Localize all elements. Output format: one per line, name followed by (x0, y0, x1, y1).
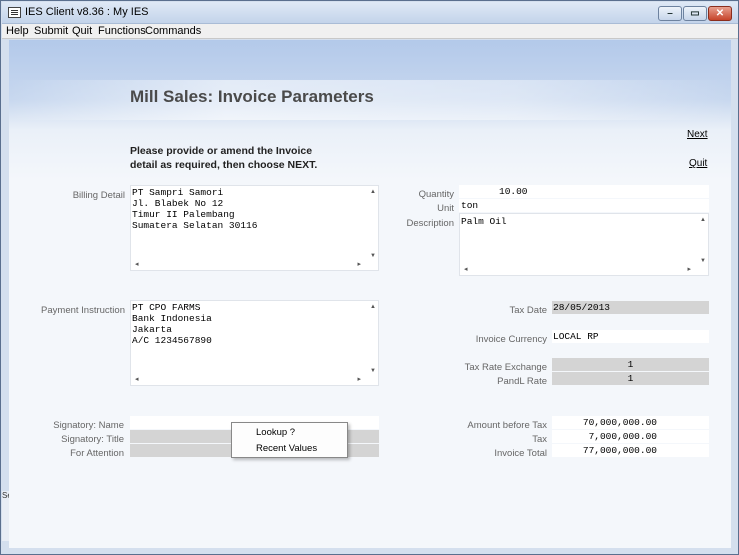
invoice-currency-field[interactable]: LOCAL RP (552, 330, 709, 343)
menu-submit[interactable]: Submit (34, 25, 68, 37)
invoice-total-field[interactable]: 77,000,000.00 (552, 444, 709, 457)
scroll-down-icon[interactable]: ▼ (370, 368, 376, 374)
description-vertical-scrollbar[interactable]: ▲ ▼ (699, 214, 708, 266)
payment-vertical-scrollbar[interactable]: ▲ ▼ (369, 301, 378, 376)
tax-label: Tax (532, 434, 547, 445)
scroll-right-icon[interactable]: ▸ (357, 260, 361, 268)
menu-help[interactable]: Help (6, 25, 29, 37)
menu-bar: Help Submit Quit Functions Commands (2, 24, 738, 39)
billing-vertical-scrollbar[interactable]: ▲ ▼ (369, 186, 378, 261)
instruction-line-2: detail as required, then choose NEXT. (130, 159, 318, 171)
menu-commands[interactable]: Commands (145, 25, 201, 37)
close-button[interactable]: ✕ (708, 6, 732, 21)
instructions: Please provide or amend the Invoice deta… (130, 144, 350, 172)
context-menu-lookup[interactable]: Lookup ? (256, 427, 295, 438)
invoice-total-label: Invoice Total (494, 448, 547, 459)
signatory-name-label: Signatory: Name (53, 420, 124, 431)
instruction-line-1: Please provide or amend the Invoice (130, 145, 313, 157)
quantity-field[interactable]: 10.00 (459, 185, 709, 198)
scroll-right-icon[interactable]: ▸ (357, 375, 361, 383)
page-title: Mill Sales: Invoice Parameters (130, 87, 374, 106)
tax-rate-exchange-field[interactable]: 1 (552, 358, 709, 371)
payment-instruction-label: Payment Instruction (41, 305, 125, 316)
scroll-down-icon[interactable]: ▼ (700, 258, 706, 264)
description-text: Palm Oil (461, 216, 507, 227)
billing-horizontal-scrollbar[interactable]: ◂ ▸ (131, 261, 369, 270)
description-horizontal-scrollbar[interactable]: ◂ ▸ (460, 266, 699, 275)
title-bar: IES Client v8.36 : My IES – ▭ ✕ (2, 2, 738, 24)
amount-before-tax-label: Amount before Tax (467, 420, 547, 431)
scroll-left-icon[interactable]: ◂ (135, 375, 139, 383)
billing-detail-textarea[interactable]: PT Sampri Samori Jl. Blabek No 12 Timur … (130, 185, 379, 271)
menu-quit[interactable]: Quit (72, 25, 92, 37)
signatory-title-label: Signatory: Title (61, 434, 124, 445)
unit-field[interactable]: ton (459, 199, 709, 212)
minimize-icon: – (667, 8, 673, 19)
next-link[interactable]: Next (687, 129, 708, 140)
context-menu: Lookup ? Recent Values (231, 422, 348, 458)
scroll-down-icon[interactable]: ▼ (370, 253, 376, 259)
scroll-up-icon[interactable]: ▲ (370, 304, 376, 310)
payment-instruction-textarea[interactable]: PT CPO FARMS Bank Indonesia Jakarta A/C … (130, 300, 379, 386)
scroll-up-icon[interactable]: ▲ (370, 189, 376, 195)
tax-field[interactable]: 7,000,000.00 (552, 430, 709, 443)
billing-detail-label: Billing Detail (72, 190, 125, 201)
app-icon (8, 7, 21, 18)
maximize-button[interactable]: ▭ (683, 6, 707, 21)
maximize-icon: ▭ (690, 8, 700, 19)
payment-horizontal-scrollbar[interactable]: ◂ ▸ (131, 376, 369, 385)
scroll-right-icon[interactable]: ▸ (687, 265, 691, 273)
invoice-currency-label: Invoice Currency (475, 334, 547, 345)
tax-date-field[interactable]: 28/05/2013 (552, 301, 709, 314)
pandl-rate-field[interactable]: 1 (552, 372, 709, 385)
close-icon: ✕ (715, 8, 725, 19)
client-area: Mill Sales: Invoice Parameters Please pr… (9, 40, 731, 548)
scroll-up-icon[interactable]: ▲ (700, 217, 706, 223)
tax-date-label: Tax Date (509, 305, 548, 316)
unit-label: Unit (437, 203, 454, 214)
for-attention-label: For Attention (70, 448, 124, 459)
quit-link[interactable]: Quit (689, 158, 707, 169)
minimize-button[interactable]: – (658, 6, 682, 21)
tax-rate-exchange-label: Tax Rate Exchange (464, 362, 547, 373)
menu-functions[interactable]: Functions (98, 25, 146, 37)
payment-instruction-text: PT CPO FARMS Bank Indonesia Jakarta A/C … (132, 302, 212, 346)
context-menu-recent-values[interactable]: Recent Values (256, 443, 317, 454)
app-window: IES Client v8.36 : My IES – ▭ ✕ Help Sub… (0, 0, 739, 555)
quantity-label: Quantity (418, 189, 454, 200)
scroll-left-icon[interactable]: ◂ (464, 265, 468, 273)
description-textarea[interactable]: Palm Oil ▲ ▼ ◂ ▸ (459, 213, 709, 276)
billing-detail-text: PT Sampri Samori Jl. Blabek No 12 Timur … (132, 187, 258, 231)
scroll-left-icon[interactable]: ◂ (135, 260, 139, 268)
pandl-rate-label: PandL Rate (497, 376, 547, 387)
amount-before-tax-field[interactable]: 70,000,000.00 (552, 416, 709, 429)
window-title: IES Client v8.36 : My IES (25, 6, 149, 18)
description-label: Description (406, 218, 454, 229)
